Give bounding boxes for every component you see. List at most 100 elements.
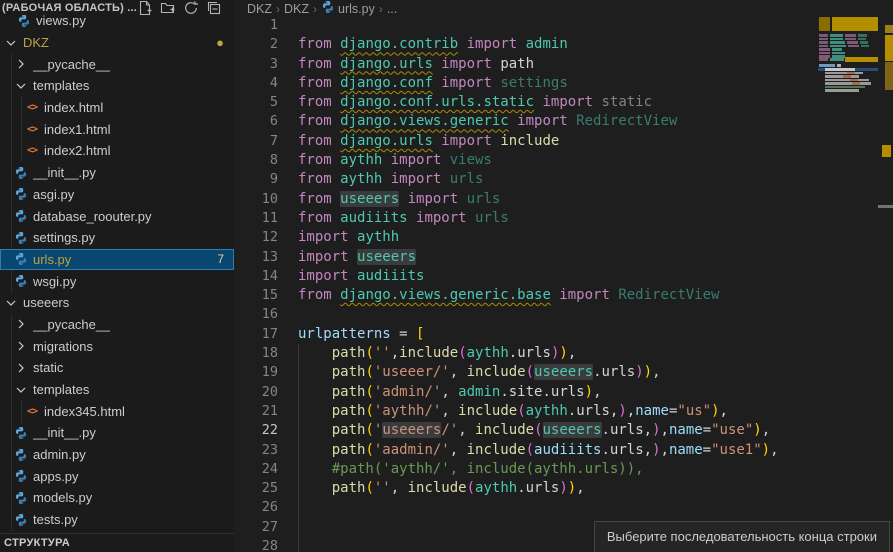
tree-item-admin-py[interactable]: admin.py [0, 444, 234, 466]
code-text: from useeers import urls [278, 190, 500, 209]
tree-item-index-html[interactable]: <>index.html [0, 97, 234, 119]
code-line-11[interactable]: 11from audiiits import urls [234, 209, 893, 228]
code-line-22[interactable]: 22 path('useeers/', include(useeers.urls… [234, 421, 893, 440]
code-line-14[interactable]: 14import audiiits [234, 267, 893, 286]
code-line-10[interactable]: 10from useeers import urls [234, 190, 893, 209]
tree-item-label: tests.py [33, 512, 78, 527]
code-text: path('aadmin/', include(audiiits.urls,),… [278, 441, 779, 460]
tree-item-templates[interactable]: templates [0, 379, 234, 401]
code-token: from [298, 133, 340, 149]
code-line-23[interactable]: 23 path('aadmin/', include(audiiits.urls… [234, 441, 893, 460]
python-file-icon [13, 186, 29, 202]
tree-item-wsgi-py[interactable]: wsgi.py [0, 270, 234, 292]
breadcrumb-item[interactable]: ... [387, 2, 397, 16]
tree-item-index345-html[interactable]: <>index345.html [0, 400, 234, 422]
tree-item--pycache-[interactable]: __pycache__ [0, 314, 234, 336]
code-token: "use1" [711, 442, 762, 458]
code-token: ( [365, 364, 373, 380]
code-token: name [669, 422, 703, 438]
code-line-25[interactable]: 25 path('', include(aythh.urls)), [234, 479, 893, 498]
tree-item-index1-html[interactable]: <>index1.html [0, 118, 234, 140]
tree-item-migrations[interactable]: migrations [0, 335, 234, 357]
minimap-bar [819, 16, 830, 31]
breadcrumb-item[interactable]: DKZ [284, 2, 309, 16]
tree-item-label: admin.py [33, 447, 86, 462]
tree-item-label: index1.html [44, 122, 110, 137]
tree-item-label: migrations [33, 339, 93, 354]
minimap[interactable] [818, 0, 878, 552]
tree-item--pycache-[interactable]: __pycache__ [0, 53, 234, 75]
eol-tooltip: Выберите последовательность конца строки [594, 521, 890, 552]
code-line-16[interactable]: 16 [234, 305, 893, 324]
tree-item-index2-html[interactable]: <>index2.html [0, 140, 234, 162]
overview-ruler [878, 0, 893, 552]
code-token: import [298, 249, 357, 265]
tree-item-static[interactable]: static [0, 357, 234, 379]
tree-item--init-py[interactable]: __init__.py [0, 162, 234, 184]
code-line-18[interactable]: 18 path('',include(aythh.urls)), [234, 344, 893, 363]
code-line-1[interactable]: 1 [234, 16, 893, 35]
tree-item-asgi-py[interactable]: asgi.py [0, 184, 234, 206]
code-line-3[interactable]: 3from django.urls import path [234, 55, 893, 74]
code-token: /' [441, 422, 458, 438]
tree-item-apps-py[interactable]: apps.py [0, 465, 234, 487]
code-line-24[interactable]: 24 #path('aythh/', include(aythh.urls)), [234, 460, 893, 479]
code-line-13[interactable]: 13import useeers [234, 248, 893, 267]
code-line-8[interactable]: 8from aythh import views [234, 151, 893, 170]
tree-item-database-roouter-py[interactable]: database_roouter.py [0, 205, 234, 227]
code-token [298, 364, 332, 380]
tree-item-settings-py[interactable]: settings.py [0, 227, 234, 249]
chevron-down-icon [13, 382, 29, 398]
code-token: ( [517, 403, 525, 419]
code-token: ( [534, 422, 542, 438]
code-token: django.views.generic.base [340, 287, 551, 303]
code-line-21[interactable]: 21 path('aythh/', include(aythh.urls,),n… [234, 402, 893, 421]
code-token: .urls, [602, 422, 653, 438]
code-text: from aythh import urls [278, 170, 483, 189]
code-line-15[interactable]: 15from django.views.generic.base import … [234, 286, 893, 305]
code-line-7[interactable]: 7from django.urls import include [234, 132, 893, 151]
code-token: , [770, 442, 778, 458]
tree-item-dkz[interactable]: DKZ● [0, 32, 234, 54]
refresh-icon[interactable] [183, 0, 199, 16]
breadcrumb-label: DKZ [247, 2, 272, 16]
code-line-12[interactable]: 12import aythh [234, 228, 893, 247]
tree-item-useeers[interactable]: useeers [0, 292, 234, 314]
new-folder-icon[interactable] [160, 0, 176, 16]
structure-section-header[interactable]: СТРУКТУРА [0, 533, 234, 552]
tree-item-tests-py[interactable]: tests.py [0, 509, 234, 531]
line-number: 17 [234, 325, 278, 344]
code-line-9[interactable]: 9from aythh import urls [234, 170, 893, 189]
new-file-icon[interactable] [137, 0, 153, 16]
code-token: name [669, 442, 703, 458]
breadcrumb-item[interactable]: urls.py [321, 0, 375, 17]
minimap-bar [819, 38, 828, 41]
minimap-bar [832, 52, 845, 55]
breadcrumb-item[interactable]: DKZ [247, 2, 272, 16]
workspace-section-header[interactable]: (РАБОЧАЯ ОБЛАСТЬ) ... [0, 0, 234, 15]
code-line-5[interactable]: 5from django.conf.urls.static import sta… [234, 93, 893, 112]
code-token: ( [365, 442, 373, 458]
tree-item-urls-py[interactable]: urls.py7 [0, 249, 234, 271]
tree-item-templates[interactable]: templates [0, 75, 234, 97]
code-line-20[interactable]: 20 path('admin/', admin.site.urls), [234, 383, 893, 402]
collapse-all-icon[interactable] [206, 0, 222, 16]
code-line-4[interactable]: 4from django.conf import settings [234, 74, 893, 93]
code-line-26[interactable]: 26 [234, 498, 893, 517]
code-line-2[interactable]: 2from django.contrib import admin [234, 35, 893, 54]
code-text: import aythh [278, 228, 399, 247]
chevron-right-icon [13, 56, 29, 72]
code-token: "us" [677, 403, 711, 419]
code-editor[interactable]: 12from django.contrib import admin3from … [234, 16, 893, 552]
python-file-icon [13, 165, 29, 181]
tree-item-models-py[interactable]: models.py [0, 487, 234, 509]
minimap-bar [850, 79, 858, 82]
code-line-19[interactable]: 19 path('useeer/', include(useeers.urls)… [234, 363, 893, 382]
code-line-6[interactable]: 6from django.views.generic import Redire… [234, 112, 893, 131]
line-number: 3 [234, 55, 278, 74]
code-text: urlpatterns = [ [278, 325, 424, 344]
code-line-17[interactable]: 17urlpatterns = [ [234, 325, 893, 344]
python-file-icon [13, 230, 29, 246]
code-text: from django.views.generic.base import Re… [278, 286, 719, 305]
tree-item--init-py[interactable]: __init__.py [0, 422, 234, 444]
